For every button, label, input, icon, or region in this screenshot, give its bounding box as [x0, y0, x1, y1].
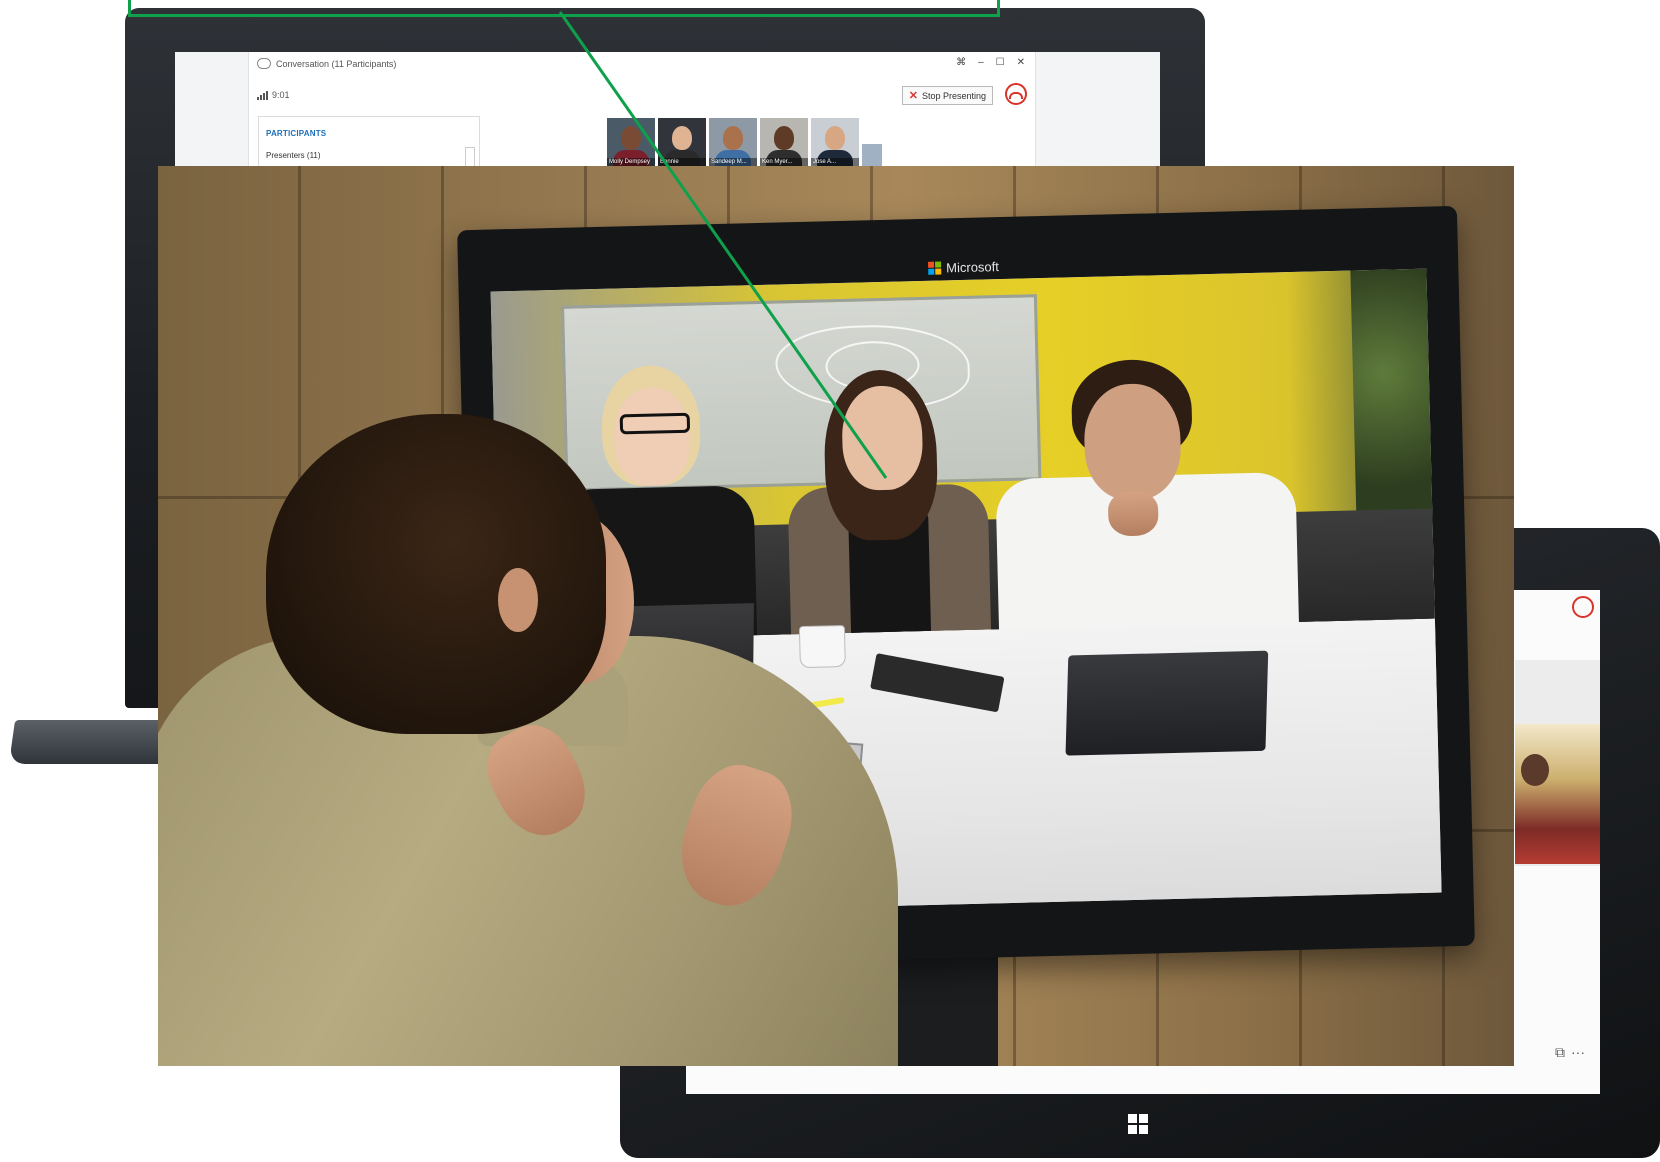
close-icon: ✕ — [908, 90, 918, 102]
plant — [1350, 268, 1433, 531]
brand-text: Microsoft — [945, 259, 1000, 276]
close-button[interactable]: ✕ — [1017, 57, 1025, 68]
presenter-ear — [498, 568, 538, 632]
call-status: 9:01 — [257, 90, 290, 100]
participant-name: Ken Myer... — [760, 158, 808, 166]
table-tablet — [1065, 650, 1269, 756]
conversation-icon — [257, 58, 271, 69]
stop-presenting-label: Stop Presenting — [921, 90, 986, 101]
windows-icon[interactable] — [1128, 1114, 1148, 1134]
callout-box — [128, 0, 1000, 17]
participant-thumbnail[interactable]: Jose A... — [811, 118, 859, 166]
signal-icon — [257, 91, 268, 100]
window-title: Conversation (11 Participants) — [276, 58, 397, 69]
participant-video-strip: Molly Dempsey Bonnie Sandeep M... Ken Myer.… — [607, 118, 882, 166]
stop-presenting-button[interactable]: ✕ Stop Presenting — [901, 86, 993, 105]
display-brand: Microsoft — [928, 259, 999, 276]
participant-thumbnail[interactable]: Molly Dempsey — [607, 118, 655, 166]
meeting-room-photo: Microsoft — [158, 166, 1514, 1066]
layout-icon[interactable]: ⧉ — [1555, 1044, 1565, 1061]
participant-thumbnail[interactable]: Bonnie — [658, 118, 706, 166]
end-call-icon[interactable] — [1572, 596, 1594, 618]
tablet-participant-video — [1515, 724, 1600, 864]
maximize-button[interactable]: ☐ — [996, 57, 1005, 68]
more-options-icon[interactable]: ··· — [1571, 1044, 1585, 1061]
tablet-toolbar: ⧉ ··· — [1555, 1044, 1585, 1061]
window-controls: ⌘ – ☐ ✕ — [956, 57, 1025, 68]
coffee-mug — [798, 624, 846, 669]
participant-thumbnail[interactable]: Ken Myer... — [760, 118, 808, 166]
participant-name: Bonnie — [658, 158, 706, 166]
pop-out-button[interactable]: ⌘ — [956, 57, 966, 68]
conversation-window: Conversation (11 Participants) ⌘ – ☐ ✕ 9… — [248, 52, 1036, 178]
microsoft-logo-icon — [928, 261, 942, 275]
end-call-button[interactable] — [1005, 83, 1027, 105]
participant-name: Sandeep M... — [709, 158, 757, 166]
end-call-icon — [1009, 92, 1023, 99]
presenters-group[interactable]: Presenters (11) — [266, 151, 321, 160]
participant-name: Molly Dempsey — [607, 158, 655, 166]
participant-name: Jose A... — [811, 158, 859, 166]
call-timer: 9:01 — [272, 90, 290, 100]
minimize-button[interactable]: – — [978, 57, 984, 68]
self-view-thumbnail[interactable] — [862, 144, 882, 166]
presenter-hair — [266, 414, 606, 734]
participants-title: PARTICIPANTS — [266, 129, 327, 138]
window-title-bar: Conversation (11 Participants) — [257, 58, 396, 69]
participant-thumbnail[interactable]: Sandeep M... — [709, 118, 757, 166]
